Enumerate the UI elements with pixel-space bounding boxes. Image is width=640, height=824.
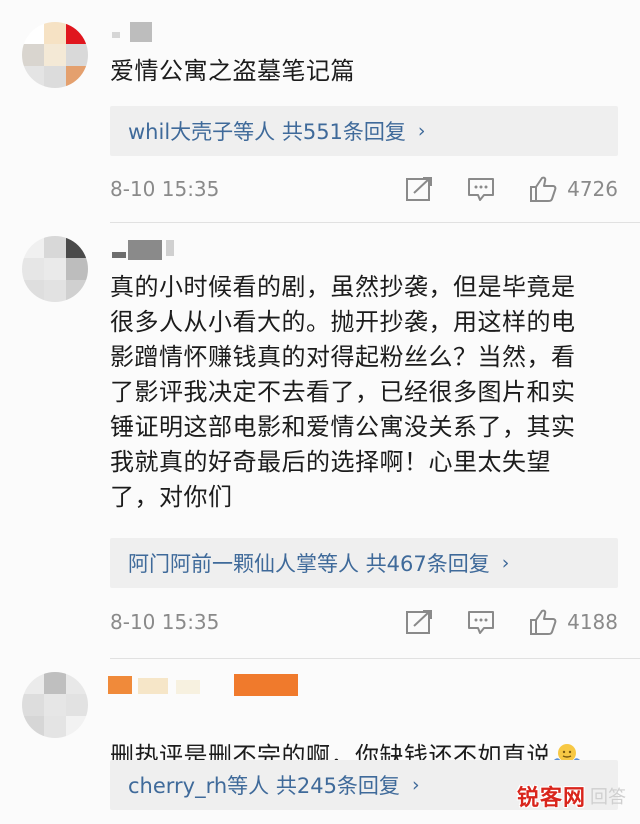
divider	[110, 222, 640, 223]
comment-meta: 8-10 15:35 4726	[110, 174, 618, 204]
username-blurred[interactable]	[112, 22, 312, 46]
avatar[interactable]	[22, 672, 88, 738]
share-icon[interactable]	[405, 176, 433, 202]
watermark: 锐客网 回答	[517, 780, 626, 812]
replies-link[interactable]: 阿门阿前一颗仙人掌等人 共467条回复 ›	[110, 538, 618, 588]
replies-label: whil大壳子等人 共551条回复	[128, 120, 406, 144]
chevron-right-icon: ›	[411, 774, 420, 796]
thumbs-up-icon	[530, 176, 557, 202]
chevron-right-icon: ›	[501, 552, 510, 574]
avatar[interactable]	[22, 22, 88, 88]
comment-list: 爱情公寓之盗墓笔记篇 whil大壳子等人 共551条回复 › 8-10 15:3…	[0, 0, 640, 824]
comment-icon[interactable]	[467, 609, 495, 635]
comment-text: 爱情公寓之盗墓笔记篇	[110, 57, 355, 85]
like-count: 4188	[567, 610, 618, 634]
replies-link[interactable]: whil大壳子等人 共551条回复 ›	[110, 106, 618, 156]
comment-text: 真的小时候看的剧，虽然抄袭，但是毕竟是 很多人从小看大的。抛开抄袭，用这样的电 …	[110, 273, 576, 511]
share-icon[interactable]	[405, 609, 433, 635]
replies-label: 阿门阿前一颗仙人掌等人 共467条回复	[128, 552, 490, 576]
comment-icon[interactable]	[467, 176, 495, 202]
chevron-right-icon: ›	[417, 120, 426, 142]
like-button[interactable]: 4188	[529, 608, 618, 636]
like-count: 4726	[567, 177, 618, 201]
watermark-logo: 锐客网	[516, 785, 586, 811]
username-blurred[interactable]	[112, 236, 312, 260]
thumbs-up-icon	[530, 609, 557, 635]
watermark-suffix: 回答	[590, 787, 626, 808]
timestamp: 8-10 15:35	[110, 610, 220, 634]
like-button[interactable]: 4726	[529, 175, 618, 203]
divider	[110, 658, 640, 659]
avatar[interactable]	[22, 236, 88, 302]
timestamp: 8-10 15:35	[110, 177, 220, 201]
comment-meta: 8-10 15:35 4188	[110, 607, 618, 637]
replies-label: cherry_rh等人 共245条回复	[128, 774, 400, 798]
username-blurred[interactable]	[108, 672, 312, 696]
